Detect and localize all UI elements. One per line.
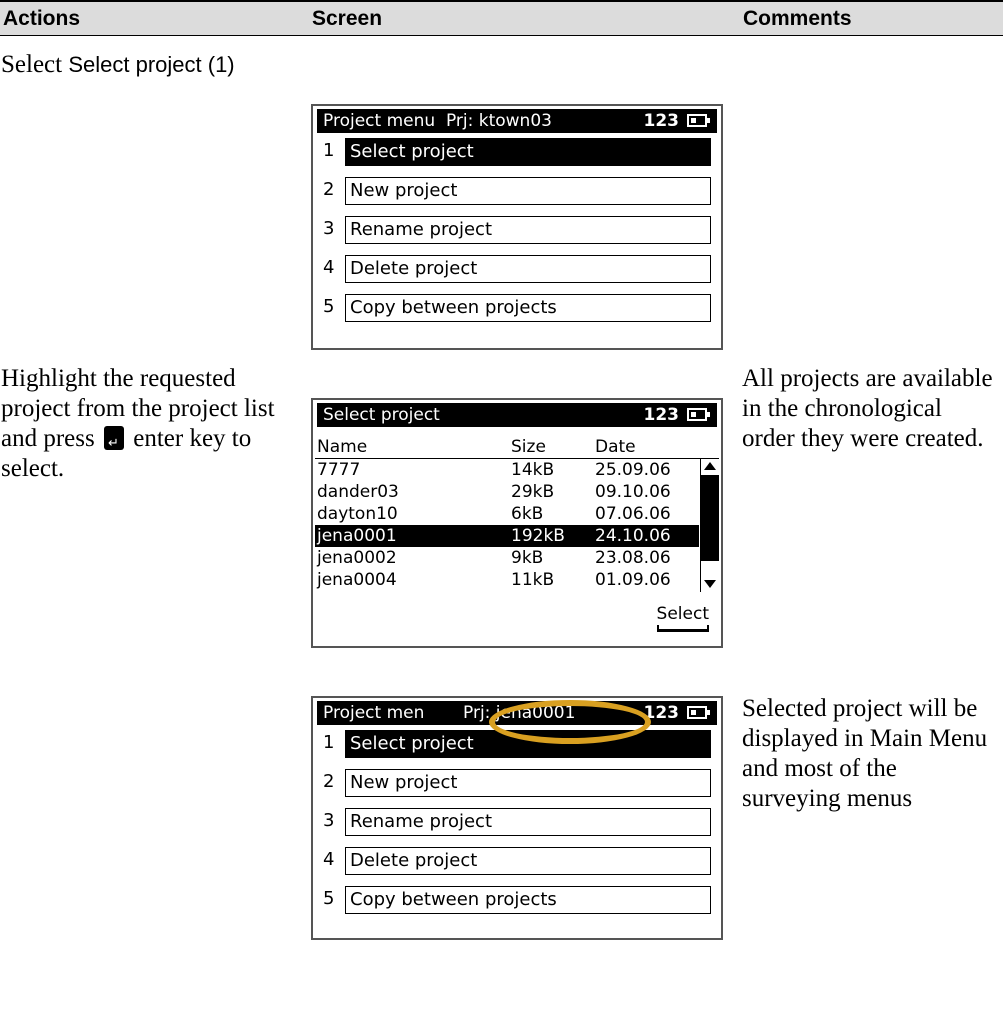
menu-item-delete-project[interactable]: 4 Delete project: [317, 255, 711, 283]
list-item[interactable]: jena0004 11kB 01.09.06: [315, 569, 719, 591]
column-size: Size: [511, 437, 546, 457]
menu-item-copy-between-projects[interactable]: 5 Copy between projects: [317, 294, 711, 322]
list-item-selected[interactable]: jena0001 192kB 24.10.06: [315, 525, 699, 547]
softkey-select-label: Select: [656, 604, 709, 624]
scroll-down-arrow-icon[interactable]: [704, 580, 716, 588]
row1-action-ui-text: Select project (1): [68, 52, 235, 77]
project-list: Name Size Date 7777 14kB 25.09.06 dander…: [315, 436, 719, 591]
table-header: Actions Screen Comments: [0, 0, 1003, 36]
screen-title-bar: Select project 123: [317, 403, 717, 427]
scroll-up-arrow-icon[interactable]: [704, 462, 716, 470]
column-name: Name: [317, 437, 368, 457]
list-item[interactable]: dayton10 6kB 07.06.06: [315, 503, 719, 525]
softkey-bracket: [656, 625, 709, 632]
screen-project-menu-1: Project menu Prj: ktown03 123 1 Select p…: [311, 104, 723, 350]
input-mode-indicator: 123: [643, 405, 680, 425]
column-date: Date: [595, 437, 636, 457]
highlight-ring: [489, 700, 651, 744]
row2-comment: All projects are available in the chrono…: [742, 365, 993, 452]
softkey-select[interactable]: Select: [656, 604, 709, 632]
row2-action: Highlight the requested project from the…: [1, 364, 301, 484]
screen-title-bar: Project menu Prj: ktown03 123: [317, 109, 717, 133]
menu-item-copy-between-projects[interactable]: 5 Copy between projects: [317, 886, 711, 914]
screen-title: Select project: [323, 405, 440, 425]
scrollbar-thumb[interactable]: [701, 475, 719, 561]
menu-item-new-project[interactable]: 2 New project: [317, 177, 711, 205]
menu-item-rename-project[interactable]: 3 Rename project: [317, 216, 711, 244]
input-mode-indicator: 123: [643, 111, 680, 131]
project-list-header: Name Size Date: [315, 436, 719, 459]
header-screen: Screen: [312, 7, 383, 30]
battery-icon: [687, 114, 710, 127]
header-comments: Comments: [743, 7, 852, 30]
row1-action: Select Select project (1): [1, 51, 235, 78]
list-scrollbar[interactable]: [700, 459, 719, 592]
battery-icon: [687, 408, 710, 421]
menu-item-select-project[interactable]: 1 Select project: [317, 138, 711, 166]
screen-title: Project menu Prj: ktown03: [323, 111, 552, 131]
list-item[interactable]: 7777 14kB 25.09.06: [315, 459, 719, 481]
screen-select-project: Select project 123 Name Size Date 7777 1…: [311, 398, 723, 648]
menu-item-delete-project[interactable]: 4 Delete project: [317, 847, 711, 875]
list-item[interactable]: jena0002 9kB 23.08.06: [315, 547, 719, 569]
enter-key-icon: [103, 426, 124, 459]
battery-icon: [687, 706, 710, 719]
list-item[interactable]: dander03 29kB 09.10.06: [315, 481, 719, 503]
menu-item-rename-project[interactable]: 3 Rename project: [317, 808, 711, 836]
header-actions: Actions: [3, 7, 81, 30]
menu-item-new-project[interactable]: 2 New project: [317, 769, 711, 797]
screen-title: Project men: [323, 703, 425, 723]
row3-comment: Selected project will be displayed in Ma…: [742, 695, 988, 812]
